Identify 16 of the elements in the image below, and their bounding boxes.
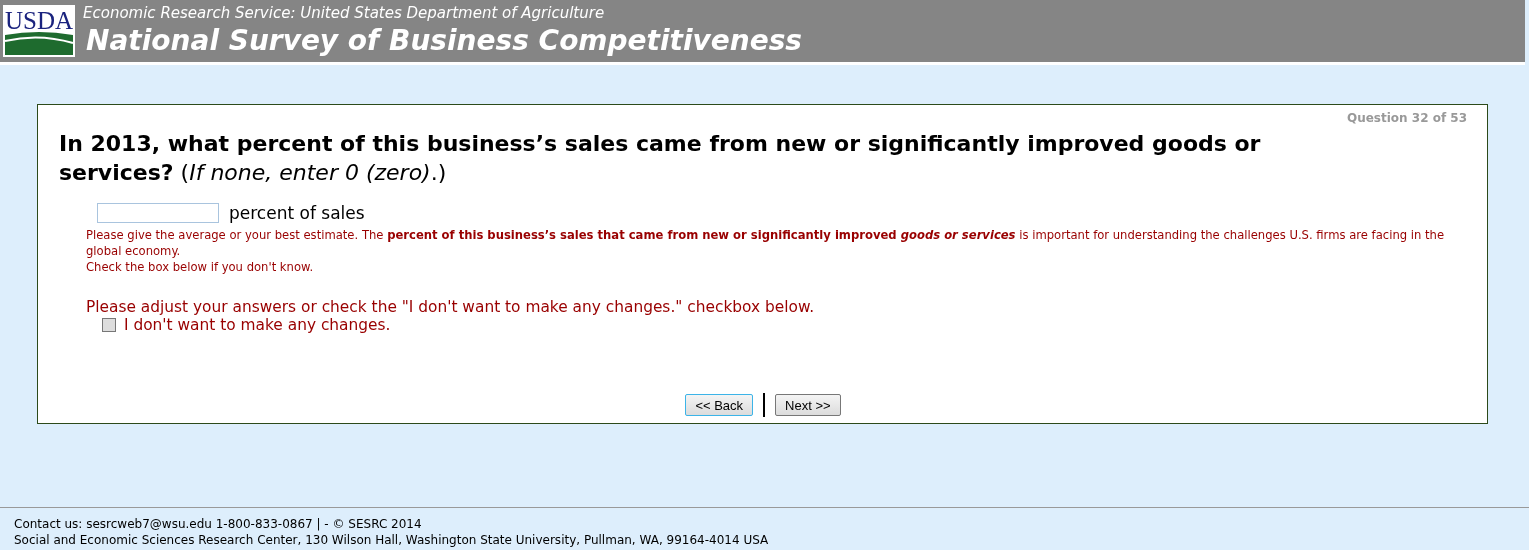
back-button[interactable]: << Back [685,394,754,416]
checkbox[interactable] [102,318,116,332]
footer-text: Social and Economic Sciences Research Center, 130 Wilson Hall, Washington State University, Pullman, WA, 99164-4014 USA [14,532,770,548]
logo: USDA [3,5,75,57]
percent-input[interactable] [97,203,219,223]
next-button[interactable]: Next >> [775,394,841,416]
agency-name: Economic Research Service: United States Department of Agriculture [83,3,606,23]
survey-title: National Survey of Business Competitiveness [86,23,803,59]
help-text: Please give the average or your best estimate. The percent of this business’s sales that came from new or significantly improved goods or services is important for understanding the challenges U.S. firms are facing in the global economy. [86,227,1446,259]
help-text: Check the box below if you don't know. [86,259,315,275]
validation-message: Please adjust your answers or check the "I don't want to make any changes." checkbox below. [86,298,816,316]
checkbox-label[interactable]: I don't want to make any changes. [124,316,391,334]
footer-text: Contact us: sesrcweb7@wsu.edu 1-800-833-0867 | - © SESRC 2014 [14,516,423,532]
question-counter: Question 32 of 53 [1346,111,1467,125]
unit-label: percent of sales [229,203,365,223]
question-text: In 2013, what percent of this business’s sales came from new or significantly improved goods or services? (If none, enter 0 (zero).) [59,130,1262,187]
